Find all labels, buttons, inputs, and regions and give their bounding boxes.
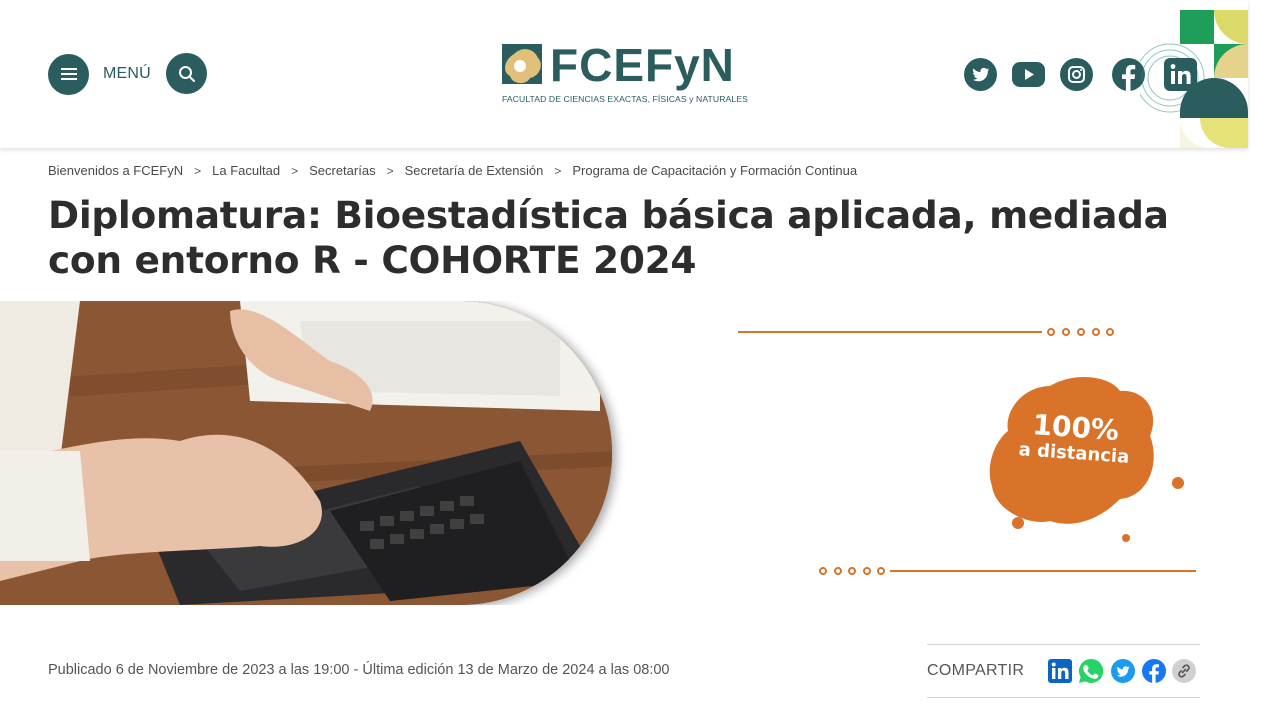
share-twitter-button[interactable] [1111, 659, 1135, 683]
share-facebook-button[interactable] [1142, 659, 1166, 683]
logo-subtitle: FACULTAD DE CIENCIAS EXACTAS, FÍSICAS y … [502, 94, 748, 104]
search-icon [178, 65, 195, 82]
copy-link-button[interactable] [1172, 659, 1196, 683]
share-bar: COMPARTIR [927, 644, 1200, 698]
search-button[interactable] [166, 53, 207, 94]
share-linkedin-button[interactable] [1048, 659, 1072, 683]
share-whatsapp-button[interactable] [1078, 658, 1104, 684]
breadcrumb-item-secretarias[interactable]: Secretarías [309, 163, 375, 178]
breadcrumb-separator: > [386, 163, 394, 178]
twitter-link[interactable] [964, 58, 997, 96]
breadcrumb-separator: > [554, 163, 562, 178]
link-icon [1172, 659, 1196, 683]
breadcrumb-separator: > [194, 163, 202, 178]
linkedin-link[interactable] [1164, 58, 1197, 91]
page-title: Diplomatura: Bioestadística básica aplic… [48, 193, 1169, 282]
linkedin-icon [1048, 659, 1072, 683]
youtube-link[interactable] [1012, 61, 1045, 93]
breadcrumb: Bienvenidos a FCEFyN > La Facultad > Sec… [48, 163, 857, 178]
hamburger-icon [48, 53, 89, 95]
site-logo[interactable]: FCEFyN FACULTAD DE CIENCIAS EXACTAS, FÍS… [500, 39, 750, 110]
menu-label: MENÚ [103, 65, 151, 82]
breadcrumb-item-facultad[interactable]: La Facultad [212, 163, 280, 178]
share-label: COMPARTIR [927, 662, 1025, 679]
publish-info: Publicado 6 de Noviembre de 2023 a las 1… [48, 662, 670, 678]
breadcrumb-item-extension[interactable]: Secretaría de Extensión [405, 163, 544, 178]
breadcrumb-separator: > [291, 163, 299, 178]
logo-title: FCEFyN [550, 39, 735, 91]
remote-badge: 100% a distancia [998, 408, 1151, 470]
linkedin-icon [1164, 58, 1197, 91]
youtube-icon [1012, 62, 1045, 87]
breadcrumb-item-programa[interactable]: Programa de Capacitación y Formación Con… [572, 163, 857, 178]
twitter-icon [1111, 659, 1135, 683]
instagram-icon [1060, 58, 1093, 91]
twitter-icon [964, 58, 997, 91]
decorative-pattern [1140, 10, 1248, 148]
article-banner: 100% a distancia [0, 301, 1248, 605]
facebook-icon [1142, 659, 1166, 683]
logo-mark-icon [502, 44, 542, 84]
site-header: MENÚ FCEFyN FACULTAD DE CIENCIAS EXACTAS… [0, 0, 1248, 148]
whatsapp-icon [1078, 658, 1104, 683]
breadcrumb-item-home[interactable]: Bienvenidos a FCEFyN [48, 163, 183, 178]
instagram-link[interactable] [1060, 58, 1093, 96]
menu-button[interactable]: MENÚ [48, 53, 151, 95]
